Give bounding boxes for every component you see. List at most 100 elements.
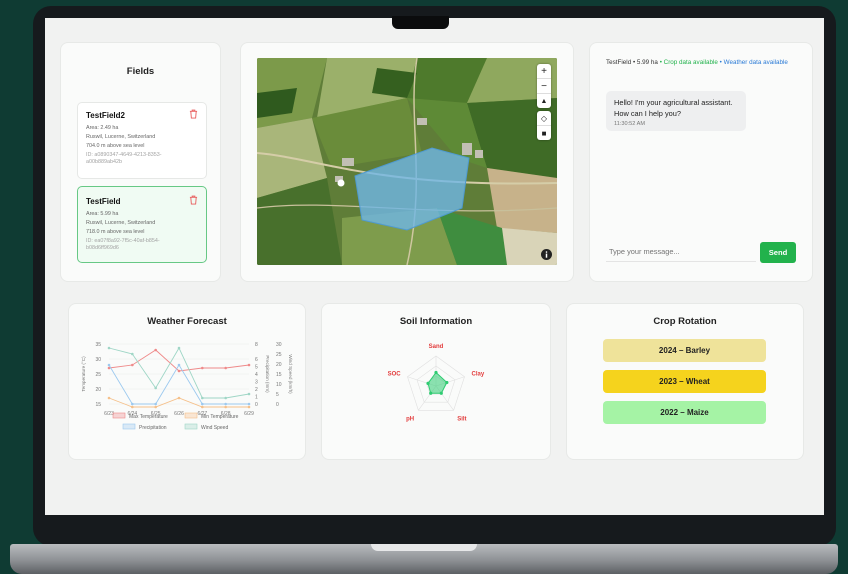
weather-panel: Weather Forecast 15 20 25 30 35 Temperature (… bbox=[68, 303, 306, 460]
map-panel: + − ▲ ◇ ■ bbox=[240, 42, 574, 282]
data-point bbox=[224, 402, 227, 406]
data-point bbox=[154, 402, 157, 406]
field-area: Area: 5.99 ha bbox=[86, 211, 119, 217]
radar-category-label: Silt bbox=[457, 416, 466, 422]
data-point bbox=[131, 405, 134, 409]
radar-point bbox=[429, 391, 433, 395]
map-draw-controls: ◇ ■ bbox=[537, 111, 551, 140]
soil-radar-chart: Sand Clay Silt pH SOC bbox=[388, 344, 485, 422]
chat-message-input[interactable] bbox=[606, 242, 756, 262]
data-point bbox=[154, 386, 157, 390]
field-location: Ruswil, Lucerne, Switzerland bbox=[86, 134, 156, 140]
y-tick-label-precipitation: 0 bbox=[255, 402, 258, 408]
satellite-map[interactable]: + − ▲ ◇ ■ bbox=[257, 58, 557, 265]
y-tick-label-precipitation: 3 bbox=[255, 380, 258, 386]
separator-dot: • bbox=[659, 59, 662, 66]
field-name: TestField bbox=[86, 197, 121, 206]
y-tick-label-precipitation: 2 bbox=[255, 387, 258, 393]
y-tick-label-precipitation: 5 bbox=[255, 365, 258, 371]
y-tick-label-precipitation: 1 bbox=[255, 395, 258, 401]
data-point bbox=[107, 363, 111, 367]
legend-swatch bbox=[112, 412, 126, 419]
y-tick-label-wind: 20 bbox=[276, 362, 282, 368]
info-icon[interactable] bbox=[541, 249, 552, 260]
crop-rotation-title: Crop Rotation bbox=[653, 316, 717, 327]
y-tick-label-temperature: 25 bbox=[95, 372, 101, 378]
data-point bbox=[201, 366, 204, 370]
delete-icon[interactable] bbox=[189, 195, 198, 205]
legend-swatch bbox=[122, 423, 136, 430]
map-zoom-controls: + − ▲ bbox=[537, 64, 551, 108]
app-screen: Fields TestField2 Area: 2.49 ha Ruswil, … bbox=[45, 18, 824, 515]
x-tick-label: 6/26 bbox=[174, 411, 184, 417]
crop-rotation-item: 2022 – Maize bbox=[603, 401, 766, 424]
legend-label: Max Temperature bbox=[129, 414, 168, 420]
y-tick-label-temperature: 15 bbox=[95, 402, 101, 408]
soil-title: Soil Information bbox=[399, 316, 473, 327]
fields-panel: Fields TestField2 Area: 2.49 ha Ruswil, … bbox=[60, 42, 221, 282]
crop-rotation-panel: Crop Rotation 2024 – Barley 2023 – Wheat… bbox=[566, 303, 804, 460]
radar-area bbox=[427, 371, 448, 394]
chat-field-area: 5.99 ha bbox=[636, 59, 658, 66]
legend-label: Min Temperature bbox=[201, 414, 239, 420]
data-point bbox=[201, 405, 204, 409]
fields-title: Fields bbox=[126, 66, 155, 77]
crop-rotation-item: 2023 – Wheat bbox=[603, 370, 766, 393]
y-tick-label-temperature: 35 bbox=[95, 342, 101, 348]
weather-forecast-chart: 1520253035Temperature (°C)01234568Precip… bbox=[81, 342, 293, 431]
radar-point bbox=[434, 370, 438, 375]
data-point bbox=[201, 396, 204, 400]
zoom-in-button[interactable]: + bbox=[537, 64, 551, 79]
data-point bbox=[224, 405, 227, 409]
field-elevation: 718.0 m above sea level bbox=[86, 229, 145, 235]
data-point bbox=[247, 363, 251, 367]
chat-field-name: TestField bbox=[606, 59, 632, 66]
data-point bbox=[247, 402, 251, 406]
data-point bbox=[154, 348, 157, 352]
draw-polygon-button[interactable]: ◇ bbox=[537, 111, 551, 126]
map-imagery bbox=[257, 58, 557, 265]
radar-point bbox=[445, 380, 449, 385]
radar-point bbox=[426, 381, 430, 386]
data-point bbox=[131, 363, 134, 367]
data-point bbox=[247, 405, 251, 409]
delete-shape-button[interactable]: ■ bbox=[537, 126, 551, 140]
data-point bbox=[247, 392, 251, 396]
data-point bbox=[177, 346, 181, 350]
north-arrow-button[interactable]: ▲ bbox=[537, 94, 551, 108]
data-point bbox=[131, 402, 134, 406]
send-button[interactable]: Send bbox=[760, 242, 796, 263]
assistant-message: Hello! I'm your agricultural assistant. … bbox=[606, 91, 746, 131]
y-tick-label-precipitation: 8 bbox=[255, 342, 258, 348]
legend-swatch bbox=[184, 412, 198, 419]
delete-icon[interactable] bbox=[189, 109, 198, 119]
radar-point bbox=[439, 391, 443, 395]
y-tick-label-precipitation: 6 bbox=[255, 357, 258, 363]
chat-context-header: TestField • 5.99 ha • Crop data availabl… bbox=[606, 58, 796, 68]
laptop-base-notch bbox=[371, 544, 477, 551]
field-id: ID: a0890347-4649-4213-8353-a00b889ab42b bbox=[86, 152, 162, 165]
zoom-out-button[interactable]: − bbox=[537, 79, 551, 94]
crop-rotation-item: 2024 – Barley bbox=[603, 339, 766, 362]
y-tick-label-wind: 25 bbox=[276, 352, 282, 358]
field-card-testfield2[interactable]: TestField2 Area: 2.49 ha Ruswil, Lucerne… bbox=[77, 102, 207, 179]
soil-panel: Soil Information Sand Clay Silt pH SOC bbox=[321, 303, 551, 460]
y-tick-label-wind: 10 bbox=[276, 382, 282, 388]
data-point bbox=[177, 363, 181, 367]
y-tick-label-wind: 15 bbox=[276, 372, 282, 378]
y-tick-label-wind: 30 bbox=[276, 342, 282, 348]
data-point bbox=[177, 396, 181, 400]
field-id: ID: ea07f8a92-7f5c-40af-b854-b08d6ff969d… bbox=[86, 238, 160, 251]
y-axis-label-temperature: Temperature (°C) bbox=[81, 356, 86, 392]
y-tick-label-wind: 5 bbox=[276, 392, 279, 398]
legend-label: Precipitation bbox=[139, 425, 167, 431]
radar-category-label: SOC bbox=[388, 372, 402, 378]
separator-dot: • bbox=[632, 59, 636, 66]
radar-category-label: Clay bbox=[472, 372, 485, 378]
data-point bbox=[224, 396, 227, 400]
field-area: Area: 2.49 ha bbox=[86, 125, 119, 131]
legend-swatch bbox=[184, 423, 198, 430]
data-point bbox=[224, 366, 227, 370]
field-card-testfield[interactable]: TestField Area: 5.99 ha Ruswil, Lucerne,… bbox=[77, 186, 207, 263]
y-tick-label-wind: 0 bbox=[276, 402, 279, 408]
